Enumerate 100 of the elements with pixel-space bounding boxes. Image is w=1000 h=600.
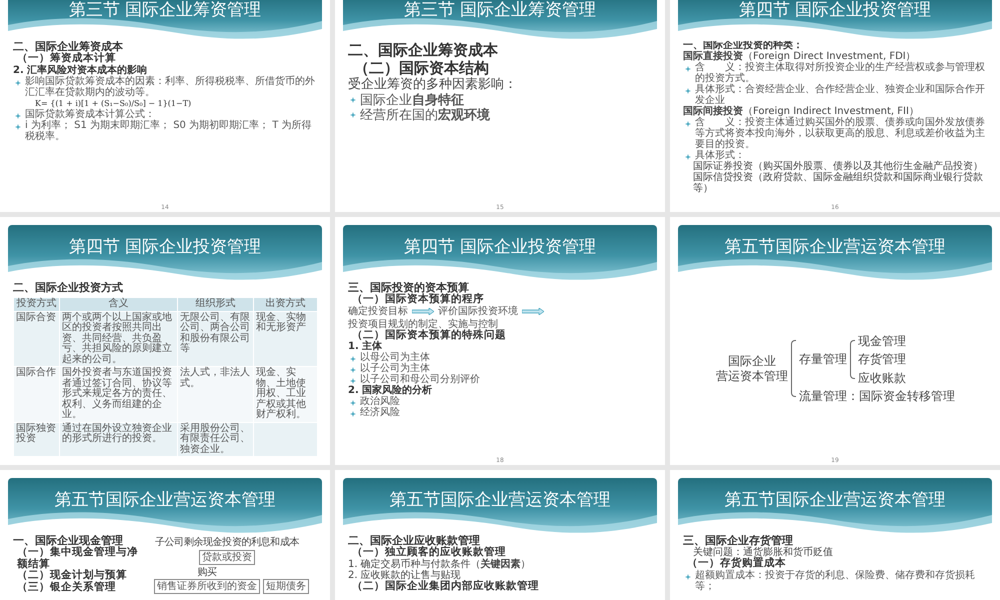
slide-title: 第四节 国际企业投资管理 xyxy=(404,237,596,257)
bullet-text: 以子公司为主体 xyxy=(360,363,430,374)
tree-node-label: 现金管理 xyxy=(858,334,906,348)
subsection-heading: （一）国际资本预算的程序 xyxy=(351,294,486,306)
bullet-text: 具体形式： xyxy=(695,150,745,161)
bullet-text: 以子公司和母公司分别评价 xyxy=(360,374,480,386)
column-header: 含义 xyxy=(60,298,178,312)
bullet-text: 政治风险 xyxy=(360,396,400,408)
table-cell: 通过在国外设立独资企业的形式所进行的投资。 xyxy=(60,422,178,457)
bullet-text: 超额购置成本：投资于存货的利息、保险费、储存费和存货损耗等； xyxy=(695,570,975,592)
bullet-text: 含 义：投资主体通过购买国外的股票、债券或向国外发放债券等方式将资本投向海外，以获取更高的股息、利息或差价收益为主要目的投资。 xyxy=(695,117,985,150)
bullet-icon xyxy=(15,112,21,119)
column-header: 出资方式 xyxy=(254,298,318,312)
tree-node-label: 国际企业 营运资本管理 xyxy=(716,354,788,383)
subsection-heading: （二）国际资本结构 xyxy=(353,59,490,77)
slide-title: 第四节 国际企业投资管理 xyxy=(68,237,262,257)
section-heading: 二、国际企业筹资成本 xyxy=(13,41,124,53)
slide-title: 第四节 国际企业投资管理 xyxy=(738,0,932,20)
body-text: 关键问题：通货膨胀和货币贬值 xyxy=(692,547,834,558)
slide-thumbnail[interactable]: 第五节国际企业营运资本管理 二、国际企业应收账款管理 （一）独立顾客的应收账款管理 1. 确定交易币种与付款条件（关键因素） 2. 应收账款的让售与贴现 （二）国际企业集团内部应收账款管理 xyxy=(335,470,665,600)
section-heading: 二、国际企业筹资成本 xyxy=(348,41,499,59)
section-heading: 二、国际企业投资方式 xyxy=(13,282,124,294)
point-heading: 2. 汇率风险对资本成本的影响 xyxy=(13,64,148,76)
column-header: 投资方式 xyxy=(14,298,60,312)
arrow-icon xyxy=(522,308,544,315)
subsection-heading: （三）银企关系管理 xyxy=(16,582,118,594)
slide-thumbnail[interactable]: 第五节国际企业营运资本管理 三、国际企业存货管理 关键问题：通货膨胀和货币贬值 （一）存货购置成本 超额购置成本：投资于存货的利息、保险费、储存费和存货损耗等； xyxy=(670,470,1000,600)
tree-node-label: 流量管理：国际资金转移管理 xyxy=(799,388,955,404)
subsection-heading: （二）国际资本预算的特殊问题 xyxy=(351,330,508,341)
table-cell: 国际独资投资 xyxy=(14,422,60,457)
bullet-icon xyxy=(350,400,356,406)
diagram-box: 销售证券所收到的资金 xyxy=(154,579,260,594)
diagram-box: 短期债务 xyxy=(263,579,309,594)
bullet-text: i 为利率； S1 为期末即期汇率； S0 为期初即期汇率； T 为所得税税率。 xyxy=(25,120,312,142)
arrow-icon xyxy=(412,308,434,315)
bullet-icon xyxy=(350,356,356,362)
body-text: 国际直接投资（Foreign Direct Investment, FDI） xyxy=(683,51,916,62)
section-heading: 三、国际投资的资本预算 xyxy=(348,282,469,294)
section-heading: 一、国际企业现金管理 xyxy=(13,535,123,547)
diagram-box: 贷款或投资 xyxy=(199,550,255,564)
slide-title: 第五节国际企业营运资本管理 xyxy=(724,490,946,510)
formula: K= {(1 + i)[1 + (S₁−S₀)/S₀] − 1}(1−T) xyxy=(35,98,192,108)
bullet-icon xyxy=(350,411,356,418)
column-header: 组织形式 xyxy=(178,298,254,312)
slide-title: 第三节 国际企业筹资管理 xyxy=(404,0,596,20)
slide-title: 第五节国际企业营运资本管理 xyxy=(54,490,276,510)
bullet-icon xyxy=(685,121,691,127)
subsection-heading: （一）集中现金管理与净额结算 xyxy=(16,547,140,570)
bullet-icon xyxy=(350,96,356,103)
section-heading: 三、国际企业存货管理 xyxy=(683,535,793,547)
slide-title: 第五节国际企业营运资本管理 xyxy=(724,237,946,257)
subsection-heading: （二）现金计划与预算 xyxy=(16,570,128,582)
bullet-icon xyxy=(15,124,21,130)
flow-step: 投资项目规划的制定、实施与控制 xyxy=(348,318,498,330)
slide-title: 第三节 国际企业筹资管理 xyxy=(68,0,262,20)
slide-thumbnail[interactable]: 第五节国际企业营运资本管理 一、国际企业现金管理 （一）集中现金管理与净额结算 （二）现金计划与预算 （三）银企关系管理 子公司剩余现金投资的利息和成本 贷款或投资 购买 销售证券所收到的资金 短期债务 xyxy=(0,470,330,600)
bullet-text: 国际贷款筹资成本计算公式： xyxy=(25,108,155,120)
bullet-text: 影响国际贷款筹资成本的因素：利率、所得税税率、所借货币的外汇汇率在贷款期内的波动等。 xyxy=(25,76,315,98)
flow-step: 评价国际投资环境 xyxy=(438,306,518,317)
bullet-icon xyxy=(685,574,691,580)
body-text: 受企业筹资的多种因素影响： xyxy=(348,77,518,93)
table-cell: 法人式，非法人式。 xyxy=(178,366,254,422)
diagram-caption: 购买 xyxy=(196,566,218,578)
bullet-icon xyxy=(685,88,691,94)
table-cell: 采用股份公司、有限责任公司、独资企业。 xyxy=(178,422,254,457)
bullet-icon xyxy=(350,367,356,374)
tree-node-label: 应收账款 xyxy=(858,370,906,385)
bullet-text: 国际企业自身特征 xyxy=(360,92,464,108)
body-text: 国际间接投资（Foreign Indirect Investment, FII） xyxy=(683,106,920,117)
bullet-text: 具体形式：合资经营企业、合作经营企业、独资企业和国际合作开发企业 xyxy=(695,84,985,106)
tree-node-label: 存量管理 xyxy=(799,352,847,366)
diagram-caption: 子公司剩余现金投资的利息和成本 xyxy=(154,537,300,548)
brace-drawing xyxy=(850,340,855,379)
bullet-icon xyxy=(685,66,691,72)
table-cell: 国外投资者与东道国投资者通过签订合同、协议等形式来规定各方的责任、权利、义务而组建的企业。 xyxy=(60,366,178,422)
table-cell: 现金、实物和无形资产 xyxy=(254,311,318,367)
body-text: 国际信贷投资（政府贷款、国际金融组织贷款和国际商业银行贷款等） xyxy=(692,172,984,194)
table-cell: 国际合资 xyxy=(14,311,60,367)
point-heading: 1. 主体 xyxy=(348,341,382,352)
brace-drawing xyxy=(791,340,796,398)
subsection-heading: （二）国际企业集团内部应收账款管理 xyxy=(351,580,540,592)
point-heading: 2. 国家风险的分析 xyxy=(348,385,434,396)
table-cell: 国际合作 xyxy=(14,366,60,422)
slide-title: 第五节国际企业营运资本管理 xyxy=(390,490,610,510)
bullet-text: 经营所在国的宏观环境 xyxy=(360,108,490,124)
slide-thumbnail[interactable] xyxy=(0,217,330,465)
slide-thumbnail[interactable] xyxy=(670,0,1000,212)
body-text: 1. 确定交易币种与付款条件（关键因素） xyxy=(348,558,532,570)
tree-node-label: 存货管理 xyxy=(858,352,906,366)
bullet-icon xyxy=(15,80,21,86)
bullet-icon xyxy=(685,154,691,160)
subsection-heading: （一）筹资成本计算 xyxy=(16,53,118,64)
bullet-icon xyxy=(350,378,356,384)
bullet-text: 以母公司为主体 xyxy=(360,352,430,364)
table-cell: 现金、实物、土地使用权、工业产权或其他财产权利。 xyxy=(254,366,318,422)
flow-step: 确定投资目标 xyxy=(348,306,408,317)
bullet-text: 含 义：投资主体取得对所投资企业的生产经营权或参与管理权的投资方式。 xyxy=(695,62,985,84)
bullet-icon xyxy=(350,112,356,118)
subsection-heading: （一）存货购置成本 xyxy=(686,558,788,570)
table-cell: 两个或两个以上国家或地区的投资者按照共同出资、共同经营、共负盈亏、共担风险的原则建立起来的公司。 xyxy=(60,311,178,367)
